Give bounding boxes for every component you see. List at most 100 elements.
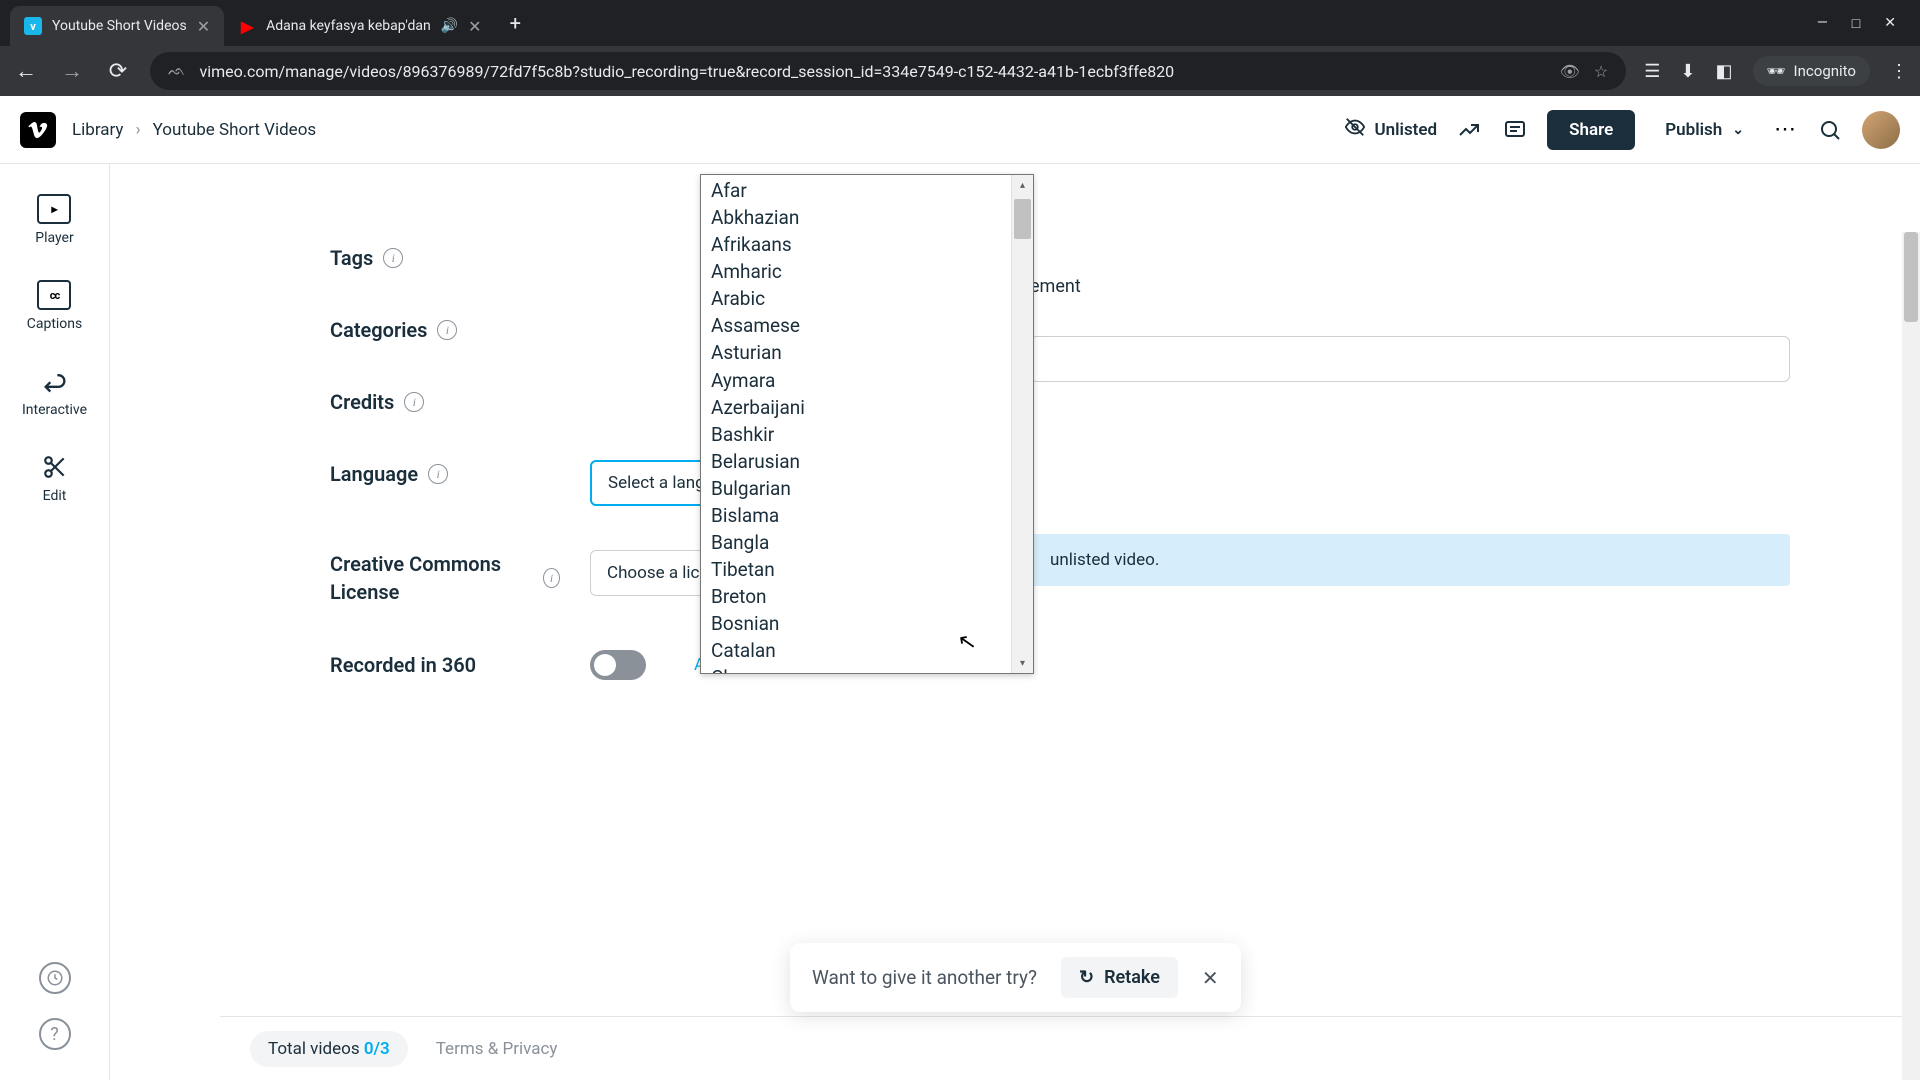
comments-icon[interactable] (1501, 116, 1529, 144)
more-menu-icon[interactable]: ⋯ (1774, 117, 1798, 142)
bookmark-star-icon[interactable]: ☆ (1594, 62, 1608, 81)
close-icon[interactable]: ✕ (1202, 966, 1219, 990)
youtube-favicon-icon: ▶ (238, 17, 256, 35)
language-option[interactable]: Assamese (701, 312, 1011, 339)
downloads-icon[interactable]: ⬇ (1680, 61, 1695, 82)
language-option[interactable]: Afar (701, 177, 1011, 204)
browser-tab[interactable]: ▶ Adana keyfasya kebap'dan 🔊 ✕ (224, 6, 495, 46)
language-option[interactable]: Breton (701, 583, 1011, 610)
language-option[interactable]: Tibetan (701, 556, 1011, 583)
terms-link[interactable]: Terms & Privacy (436, 1039, 558, 1059)
tags-label: Tags i (330, 244, 560, 272)
search-icon[interactable] (1816, 116, 1844, 144)
nav-edit[interactable]: Edit (38, 452, 72, 504)
page-scrollbar[interactable] (1902, 232, 1920, 1080)
help-icon[interactable]: ? (39, 1018, 71, 1050)
breadcrumb: Library › Youtube Short Videos (72, 120, 316, 140)
scroll-down-icon[interactable]: ▾ (1012, 653, 1033, 673)
incognito-icon: 🕶 (1767, 62, 1786, 80)
analytics-icon[interactable] (1455, 116, 1483, 144)
info-icon[interactable]: i (428, 464, 448, 484)
forward-button[interactable]: → (58, 58, 86, 84)
language-option[interactable]: Bangla (701, 529, 1011, 556)
categories-label: Categories i (330, 316, 560, 344)
recorded360-label: Recorded in 360 (330, 651, 560, 679)
license-label: Creative Commons License i (330, 550, 560, 606)
interactive-icon (38, 366, 72, 396)
url-text: vimeo.com/manage/videos/896376989/72fd7f… (199, 62, 1545, 81)
clock-icon[interactable] (39, 962, 71, 994)
user-avatar[interactable] (1862, 111, 1900, 149)
window-close-icon[interactable]: ✕ (1884, 15, 1896, 32)
language-option[interactable]: Belarusian (701, 448, 1011, 475)
tab-close-icon[interactable]: ✕ (197, 17, 210, 36)
language-option[interactable]: Bislama (701, 502, 1011, 529)
language-option[interactable]: Aymara (701, 367, 1011, 394)
player-icon: ▸ (37, 194, 71, 224)
info-icon[interactable]: i (543, 568, 560, 588)
language-label: Language i (330, 460, 560, 488)
language-dropdown: AfarAbkhazianAfrikaansAmharicArabicAssam… (700, 174, 1034, 674)
partial-text: ement (1030, 276, 1081, 297)
language-option[interactable]: Abkhazian (701, 204, 1011, 231)
language-option[interactable]: Asturian (701, 339, 1011, 366)
nav-player[interactable]: ▸ Player (35, 194, 73, 246)
language-option[interactable]: Afrikaans (701, 231, 1011, 258)
tab-title: Youtube Short Videos (52, 18, 187, 34)
language-option[interactable]: Chamorro (701, 664, 1011, 673)
window-minimize-icon[interactable]: ― (1817, 15, 1828, 32)
scroll-thumb[interactable] (1014, 199, 1031, 239)
breadcrumb-library[interactable]: Library (72, 120, 123, 140)
scroll-thumb[interactable] (1904, 232, 1918, 322)
publish-button[interactable]: Publish ⌄ (1653, 112, 1756, 148)
site-info-icon[interactable]: ᨒ (168, 63, 185, 79)
retake-bar: Want to give it another try? ↻ Retake ✕ (790, 943, 1241, 1012)
scissors-icon (38, 452, 72, 482)
captions-icon: cc (37, 280, 71, 310)
tags-input[interactable] (1030, 336, 1790, 382)
app-header: Library › Youtube Short Videos Unlisted … (0, 96, 1920, 164)
language-option[interactable]: Bulgarian (701, 475, 1011, 502)
left-nav: ▸ Player cc Captions Interactive Edit (0, 164, 110, 1080)
info-icon[interactable]: i (383, 248, 403, 268)
language-option[interactable]: Bosnian (701, 610, 1011, 637)
language-option[interactable]: Arabic (701, 285, 1011, 312)
side-panel-icon[interactable]: ◧ (1715, 61, 1732, 82)
address-bar: ← → ⟳ ᨒ vimeo.com/manage/videos/89637698… (0, 46, 1920, 96)
nav-captions[interactable]: cc Captions (27, 280, 83, 332)
vimeo-logo-icon[interactable] (20, 112, 56, 148)
browser-menu-icon[interactable]: ⋮ (1890, 61, 1908, 82)
window-maximize-icon[interactable]: □ (1852, 15, 1860, 32)
reading-list-icon[interactable]: ☰ (1644, 61, 1660, 82)
reload-button[interactable]: ⟳ (104, 59, 132, 84)
privacy-status[interactable]: Unlisted (1344, 116, 1437, 143)
retake-button[interactable]: ↻ Retake (1061, 957, 1178, 998)
nav-interactive[interactable]: Interactive (22, 366, 87, 418)
share-button[interactable]: Share (1547, 110, 1635, 150)
credits-hint: unlisted video. (1030, 534, 1790, 586)
language-option[interactable]: Catalan (701, 637, 1011, 664)
total-videos-pill[interactable]: Total videos 0/3 (250, 1031, 408, 1067)
browser-tab-bar: v Youtube Short Videos ✕ ▶ Adana keyfasy… (0, 0, 1920, 46)
recorded360-toggle[interactable] (590, 650, 646, 680)
eye-off-icon (1344, 116, 1366, 143)
breadcrumb-current: Youtube Short Videos (153, 120, 317, 140)
tab-audio-icon[interactable]: 🔊 (441, 18, 458, 34)
eye-off-icon[interactable]: 👁 (1560, 62, 1580, 81)
info-icon[interactable]: i (437, 320, 457, 340)
info-icon[interactable]: i (404, 392, 424, 412)
url-field[interactable]: ᨒ vimeo.com/manage/videos/896376989/72fd… (150, 52, 1626, 90)
browser-tab-active[interactable]: v Youtube Short Videos ✕ (10, 6, 224, 46)
scroll-up-icon[interactable]: ▴ (1012, 175, 1033, 195)
bottom-bar: Total videos 0/3 Terms & Privacy (220, 1016, 1920, 1080)
language-option[interactable]: Amharic (701, 258, 1011, 285)
dropdown-scrollbar[interactable]: ▴ ▾ (1011, 175, 1033, 673)
language-option[interactable]: Bashkir (701, 421, 1011, 448)
back-button[interactable]: ← (12, 58, 40, 84)
tab-close-icon[interactable]: ✕ (468, 17, 481, 36)
tab-title: Adana keyfasya kebap'dan (266, 18, 431, 34)
incognito-badge: 🕶 Incognito (1753, 56, 1871, 86)
content-area: ement unlisted video. Tags i Categories … (110, 164, 1920, 1080)
new-tab-button[interactable]: + (496, 11, 535, 35)
language-option[interactable]: Azerbaijani (701, 394, 1011, 421)
